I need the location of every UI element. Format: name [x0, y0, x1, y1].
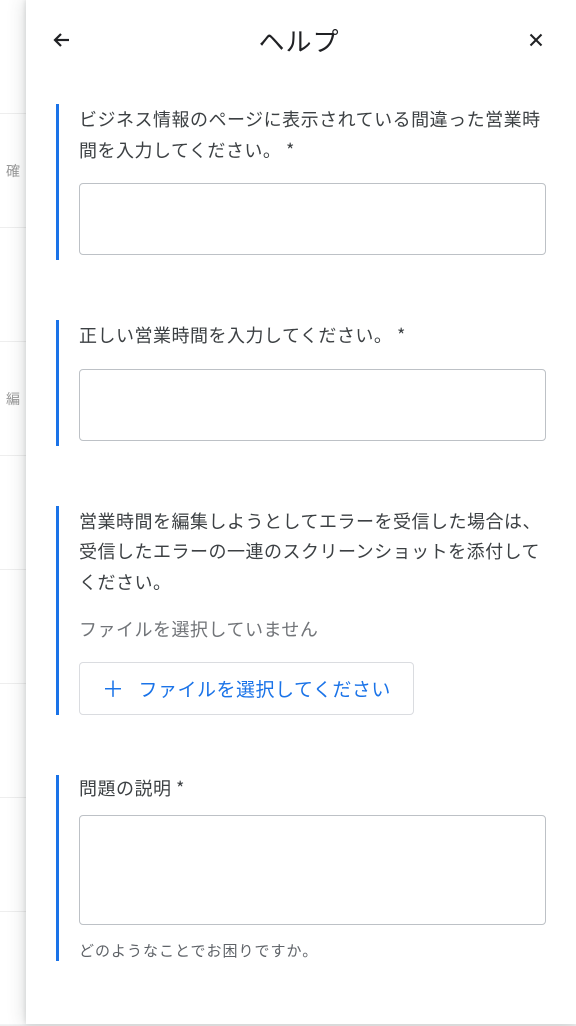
close-button[interactable] — [516, 20, 556, 60]
close-icon — [525, 29, 547, 51]
panel-title: ヘルプ — [258, 22, 339, 59]
form-content: ビジネス情報のページに表示されている間違った営業時間を入力してください。 * 正… — [26, 80, 576, 1024]
plus-icon: ＋ — [102, 677, 125, 699]
field-label: ビジネス情報のページに表示されている間違った営業時間を入力してください。 * — [79, 104, 546, 165]
correct-hours-input[interactable] — [79, 369, 546, 441]
field-correct-hours: 正しい営業時間を入力してください。 * — [56, 320, 546, 446]
wrong-hours-input[interactable] — [79, 183, 546, 255]
help-panel: ヘルプ ビジネス情報のページに表示されている間違った営業時間を入力してください。… — [26, 0, 576, 1024]
field-helper-text: どのようなことでお困りですか。 — [79, 940, 546, 961]
panel-header: ヘルプ — [26, 0, 576, 80]
back-button[interactable] — [42, 20, 82, 60]
file-status-text: ファイルを選択していません — [79, 616, 546, 642]
field-screenshot: 営業時間を編集しようとしてエラーを受信した場合は、受信したエラーの一連のスクリー… — [56, 506, 546, 715]
field-label: 問題の説明 * — [79, 775, 546, 801]
field-label: 正しい営業時間を入力してください。 * — [79, 320, 546, 351]
description-input[interactable] — [79, 815, 546, 925]
field-description: 問題の説明 * どのようなことでお困りですか。 — [56, 775, 546, 961]
file-button-label: ファイルを選択してください — [139, 675, 391, 702]
file-select-button[interactable]: ＋ ファイルを選択してください — [79, 662, 414, 715]
arrow-left-icon — [50, 28, 74, 52]
field-label: 営業時間を編集しようとしてエラーを受信した場合は、受信したエラーの一連のスクリー… — [79, 506, 546, 598]
field-wrong-hours: ビジネス情報のページに表示されている間違った営業時間を入力してください。 * — [56, 104, 546, 260]
